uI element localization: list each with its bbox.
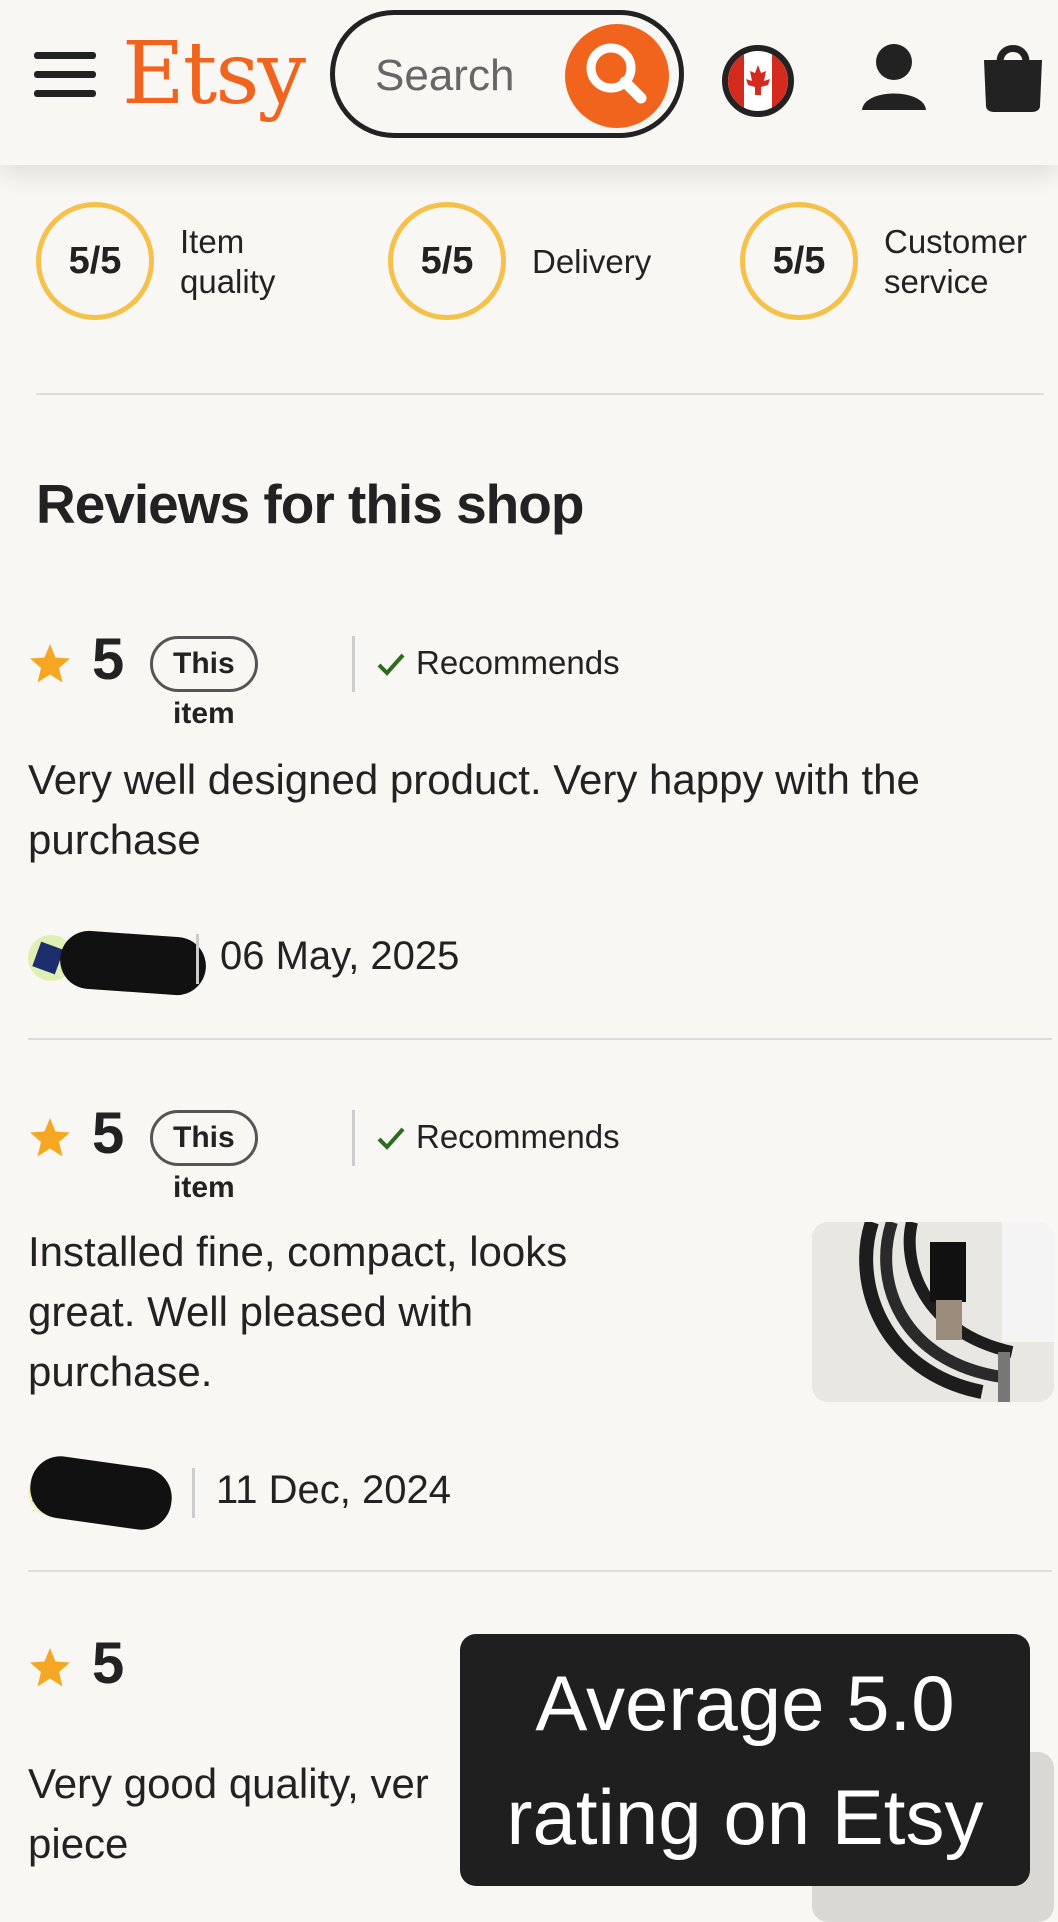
review-photo-image xyxy=(812,1222,1054,1402)
review-text: Very good quality, ver piece xyxy=(28,1754,429,1874)
canada-flag-icon[interactable] xyxy=(722,45,794,117)
search-icon xyxy=(586,43,647,104)
customer-service-label-line2: service xyxy=(884,263,989,300)
review-text-line3: purchase. xyxy=(28,1348,213,1395)
search-bar[interactable]: Search xyxy=(330,10,684,138)
review-rating-value: 5 xyxy=(92,1101,125,1166)
checkmark-icon xyxy=(377,653,405,676)
header-separator xyxy=(352,1110,355,1166)
review-photo[interactable] xyxy=(812,1222,1054,1402)
etsy-logo[interactable]: Etsy xyxy=(122,24,306,124)
ratings-divider xyxy=(36,393,1044,395)
date-separator xyxy=(192,1468,195,1518)
item-quality-rating: 5/5 xyxy=(36,202,154,320)
review-rating-value: 5 xyxy=(92,627,125,692)
review-date: 11 Dec, 2024 xyxy=(216,1468,451,1512)
review-date: 06 May, 2025 xyxy=(220,934,460,978)
review-rating-value: 5 xyxy=(92,1631,125,1696)
redacted-reviewer-name xyxy=(26,1452,176,1534)
date-separator xyxy=(196,934,199,984)
item-quality-label-line1: Item xyxy=(180,223,245,260)
item-quality-label-line2: quality xyxy=(180,263,276,300)
reviews-section-title: Reviews for this shop xyxy=(36,473,584,535)
delivery-rating: 5/5 xyxy=(388,202,506,320)
redacted-reviewer-name xyxy=(58,928,208,998)
star-icon xyxy=(30,644,70,683)
recommends-label: Recommends xyxy=(416,644,620,681)
shopping-bag-icon[interactable] xyxy=(980,38,1046,112)
delivery-label: Delivery xyxy=(532,243,652,280)
item-quality-label: Item quality xyxy=(180,222,275,302)
review-text-line1: Very good quality, ver xyxy=(28,1760,429,1807)
search-input[interactable]: Search xyxy=(375,51,514,101)
customer-service-label: Customer service xyxy=(884,222,1027,302)
review-text: Installed fine, compact, looks great. We… xyxy=(28,1222,567,1402)
caption-line1: Average 5.0 xyxy=(535,1659,955,1747)
hamburger-menu-icon[interactable] xyxy=(34,52,96,98)
caption-line2: rating on Etsy xyxy=(506,1773,984,1861)
review-text-line2: great. Well pleased with xyxy=(28,1288,474,1335)
review-divider xyxy=(28,1038,1052,1040)
average-rating-caption: Average 5.0 rating on Etsy xyxy=(460,1634,1030,1886)
account-icon[interactable] xyxy=(858,42,930,116)
star-icon xyxy=(30,1648,70,1687)
search-button[interactable] xyxy=(565,24,669,128)
checkmark-icon xyxy=(377,1127,405,1150)
review-text-line1: Installed fine, compact, looks xyxy=(28,1228,568,1275)
header-separator xyxy=(352,636,355,692)
review-text: Very well designed product. Very happy w… xyxy=(28,750,920,870)
customer-service-rating: 5/5 xyxy=(740,202,858,320)
star-icon xyxy=(30,1118,70,1157)
review-divider xyxy=(28,1570,1052,1572)
this-item-badge: This item xyxy=(150,636,258,730)
review-text-line1: Very well designed product. Very happy w… xyxy=(28,756,920,803)
review-text-line2: piece xyxy=(28,1820,129,1867)
top-header: Etsy Search xyxy=(0,0,1058,165)
customer-service-label-line1: Customer xyxy=(884,223,1028,260)
recommends-label: Recommends xyxy=(416,1118,620,1155)
this-item-badge: This item xyxy=(150,1110,258,1204)
review-text-line2: purchase xyxy=(28,816,201,863)
